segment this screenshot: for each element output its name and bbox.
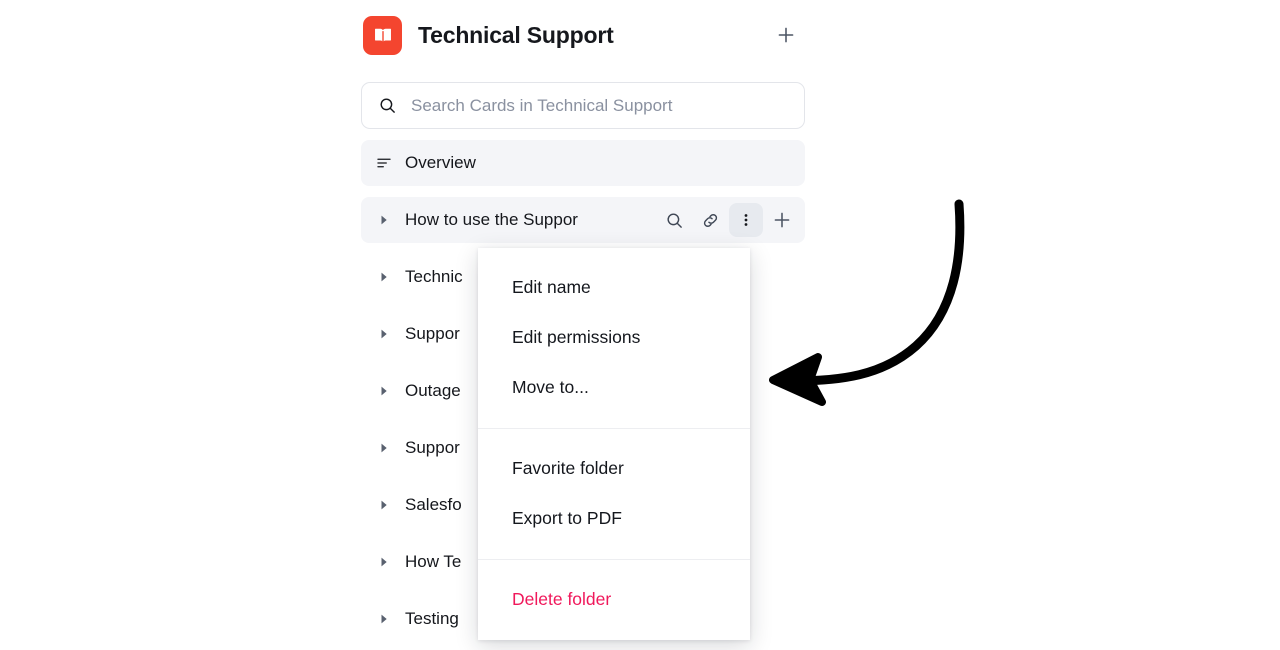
search-bar[interactable]	[361, 82, 805, 129]
folder-context-menu: Edit name Edit permissions Move to... Fa…	[478, 248, 750, 640]
caret-right-icon[interactable]	[375, 613, 393, 625]
search-icon[interactable]	[657, 203, 691, 237]
menu-item-delete-folder[interactable]: Delete folder	[478, 574, 750, 624]
link-icon[interactable]	[693, 203, 727, 237]
folder-row-label: Salesfo	[405, 495, 462, 514]
caret-right-icon[interactable]	[375, 385, 393, 397]
add-card-button[interactable]	[769, 18, 803, 52]
menu-item-favorite-folder[interactable]: Favorite folder	[478, 443, 750, 493]
plus-icon	[778, 27, 794, 43]
sidebar-item-overview[interactable]: Overview	[361, 140, 805, 186]
menu-group: Favorite folder Export to PDF	[478, 428, 750, 559]
folder-row-label: How to use the Suppor	[405, 210, 578, 229]
folder-row-label: Testing	[405, 609, 459, 628]
app-header: Technical Support	[361, 11, 805, 59]
plus-icon[interactable]	[765, 203, 799, 237]
folder-row-label: Technic	[405, 267, 463, 286]
page-title: Technical Support	[418, 21, 614, 48]
caret-right-icon[interactable]	[375, 442, 393, 454]
folder-row-selected[interactable]: How to use the Suppor	[361, 197, 805, 243]
caret-right-icon[interactable]	[375, 271, 393, 283]
folder-row-label: Suppor	[405, 438, 460, 457]
folder-row-label: Suppor	[405, 324, 460, 343]
menu-item-edit-permissions[interactable]: Edit permissions	[478, 312, 750, 362]
row-spacer	[361, 186, 805, 197]
more-vertical-icon[interactable]	[729, 203, 763, 237]
overview-label: Overview	[405, 153, 476, 172]
folder-row-label: How Te	[405, 552, 462, 571]
row-action-group	[657, 203, 799, 237]
caret-right-icon[interactable]	[375, 556, 393, 568]
caret-right-icon[interactable]	[375, 499, 393, 511]
menu-item-move-to[interactable]: Move to...	[478, 362, 750, 412]
search-input[interactable]	[411, 95, 788, 116]
menu-group: Edit name Edit permissions Move to...	[478, 248, 750, 428]
menu-item-edit-name[interactable]: Edit name	[478, 262, 750, 312]
list-lines-icon	[375, 153, 393, 173]
folder-row-label: Outage	[405, 381, 461, 400]
menu-group: Delete folder	[478, 559, 750, 640]
open-book-icon	[363, 15, 402, 55]
caret-right-icon[interactable]	[375, 328, 393, 340]
menu-item-export-to-pdf[interactable]: Export to PDF	[478, 493, 750, 543]
caret-right-icon[interactable]	[375, 214, 393, 226]
search-icon	[378, 96, 397, 115]
